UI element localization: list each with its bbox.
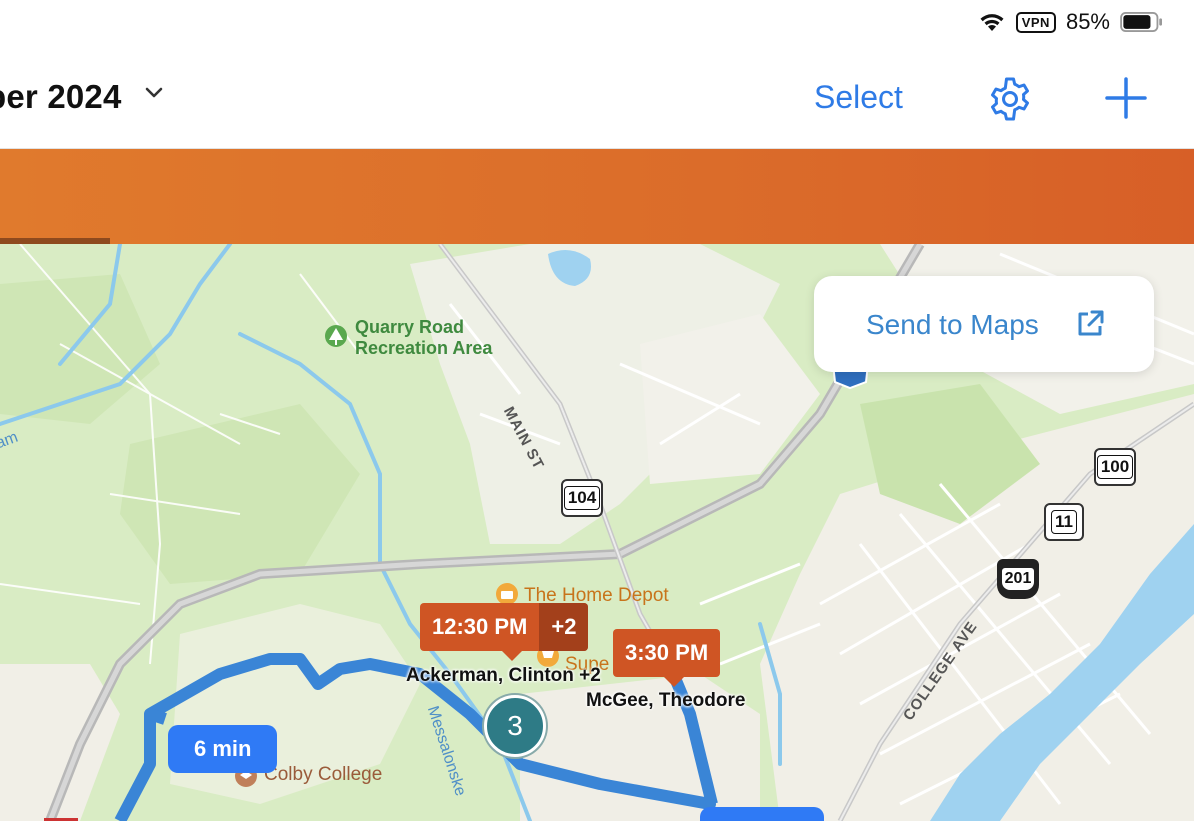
- poi-quarry-road: Quarry Road Recreation Area: [355, 317, 492, 359]
- route-shield-number: 104: [563, 486, 601, 510]
- chevron-down-icon[interactable]: [144, 86, 164, 100]
- route-shield-104: 104: [561, 479, 603, 517]
- eta-badge-partial: [700, 807, 824, 821]
- external-link-icon: [1078, 310, 1104, 336]
- route-shield-11: 11: [1044, 503, 1084, 541]
- poi-quarry-line1: Quarry Road: [355, 317, 465, 337]
- stop-cluster-marker[interactable]: 3: [484, 695, 546, 757]
- battery-percent: 85%: [1065, 9, 1110, 34]
- route-shield-number: 201: [1001, 568, 1035, 590]
- status-bar: VPN 85%: [0, 0, 1194, 48]
- eta-badge: 6 min: [168, 725, 278, 773]
- poi-quarry-line2: Recreation Area: [355, 338, 493, 358]
- route-shield-201: 201: [997, 559, 1039, 599]
- battery-icon: [1120, 12, 1162, 32]
- send-to-maps-label: Send to Maps: [866, 309, 1039, 340]
- poi-colby-college: Colby College: [264, 764, 383, 785]
- add-icon[interactable]: [1104, 76, 1148, 120]
- appointment-pin[interactable]: 3:30 PM: [613, 629, 721, 677]
- pin-time: 3:30 PM: [625, 640, 709, 665]
- pin-more-count: +2: [539, 603, 589, 651]
- navigation-bar: ber 2024 Select: [0, 48, 1194, 149]
- route-map[interactable]: Quarry Road Recreation Area MAIN ST COLL…: [0, 244, 1194, 821]
- month-title[interactable]: ber 2024: [0, 78, 122, 116]
- send-to-maps-button[interactable]: Send to Maps: [814, 276, 1154, 372]
- pin-time: 12:30 PM: [432, 614, 528, 639]
- vpn-badge: VPN: [1015, 11, 1056, 33]
- appointment-pin[interactable]: 12:30 PM +2: [420, 603, 589, 651]
- wifi-icon: [980, 14, 1004, 31]
- select-button[interactable]: Select: [814, 79, 903, 116]
- route-shield-number: 100: [1096, 455, 1134, 479]
- pin-name: McGee, Theodore: [586, 690, 746, 711]
- pin-tail: [664, 677, 684, 687]
- pin-name: Ackerman, Clinton +2: [406, 665, 601, 686]
- pin-tail: [502, 651, 522, 661]
- date-header-band: [0, 149, 1194, 244]
- route-shield-100: 100: [1094, 448, 1136, 486]
- route-shield-number: 11: [1051, 510, 1077, 534]
- gear-icon[interactable]: [986, 75, 1034, 123]
